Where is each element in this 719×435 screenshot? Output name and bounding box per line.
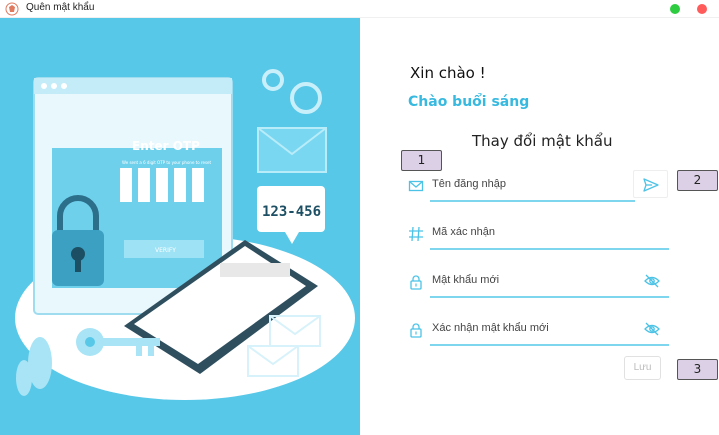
app-logo-icon — [5, 2, 19, 16]
illustration-panel: Enter OTP We sent a 6 digit OTP to your … — [0, 18, 360, 435]
hash-icon — [409, 226, 423, 242]
code-underline — [430, 248, 669, 250]
eye-off-icon[interactable] — [643, 320, 661, 338]
otp-heading: Enter OTP — [132, 139, 200, 153]
send-icon — [643, 178, 659, 192]
new-password-placeholder: Mật khẩu mới — [432, 274, 500, 286]
eye-off-icon[interactable] — [643, 272, 661, 290]
annotation-badge-3: 3 — [677, 359, 718, 380]
window-title: Quên mật khẩu — [26, 2, 95, 13]
mail-icon — [408, 180, 424, 192]
save-button[interactable]: Lưu — [624, 356, 661, 380]
gear-outline-icon — [262, 69, 322, 114]
close-button[interactable] — [697, 4, 707, 14]
envelope-icon — [257, 127, 327, 173]
otp-verify-label: VERIFY — [155, 247, 176, 254]
form-title: Thay đổi mật khẩu — [472, 132, 613, 150]
otp-illustration: Enter OTP We sent a 6 digit OTP to your … — [15, 69, 355, 400]
confirm-password-placeholder: Xác nhận mật khẩu mới — [432, 322, 549, 334]
otp-code: 123-456 — [262, 204, 321, 220]
verification-code-field[interactable]: Mã xác nhận — [404, 218, 669, 250]
confirm-password-underline — [430, 344, 669, 346]
title-bar: Quên mật khẩu — [0, 0, 719, 18]
maximize-button[interactable] — [670, 4, 680, 14]
username-placeholder: Tên đăng nhập — [432, 178, 507, 190]
annotation-badge-1: 1 — [401, 150, 442, 171]
hello-text: Xin chào ! — [410, 64, 486, 82]
greeting-text: Chào buổi sáng — [408, 94, 530, 110]
otp-subtext: We sent a 6 digit OTP to your phone to r… — [122, 160, 212, 165]
new-password-field[interactable]: Mật khẩu mới — [404, 266, 669, 298]
confirm-password-field[interactable]: Xác nhận mật khẩu mới — [404, 314, 669, 346]
send-code-button[interactable] — [633, 170, 668, 198]
annotation-badge-2: 2 — [677, 170, 718, 191]
app-window: Quên mật khẩu Enter OTP We sent a 6 digi… — [0, 0, 719, 435]
username-underline — [430, 200, 635, 202]
code-placeholder: Mã xác nhận — [432, 226, 495, 238]
new-password-underline — [430, 296, 669, 298]
username-field[interactable]: Tên đăng nhập — [404, 170, 669, 202]
plant-icon — [16, 337, 52, 396]
lock-icon — [410, 323, 422, 338]
lock-icon — [410, 275, 422, 290]
